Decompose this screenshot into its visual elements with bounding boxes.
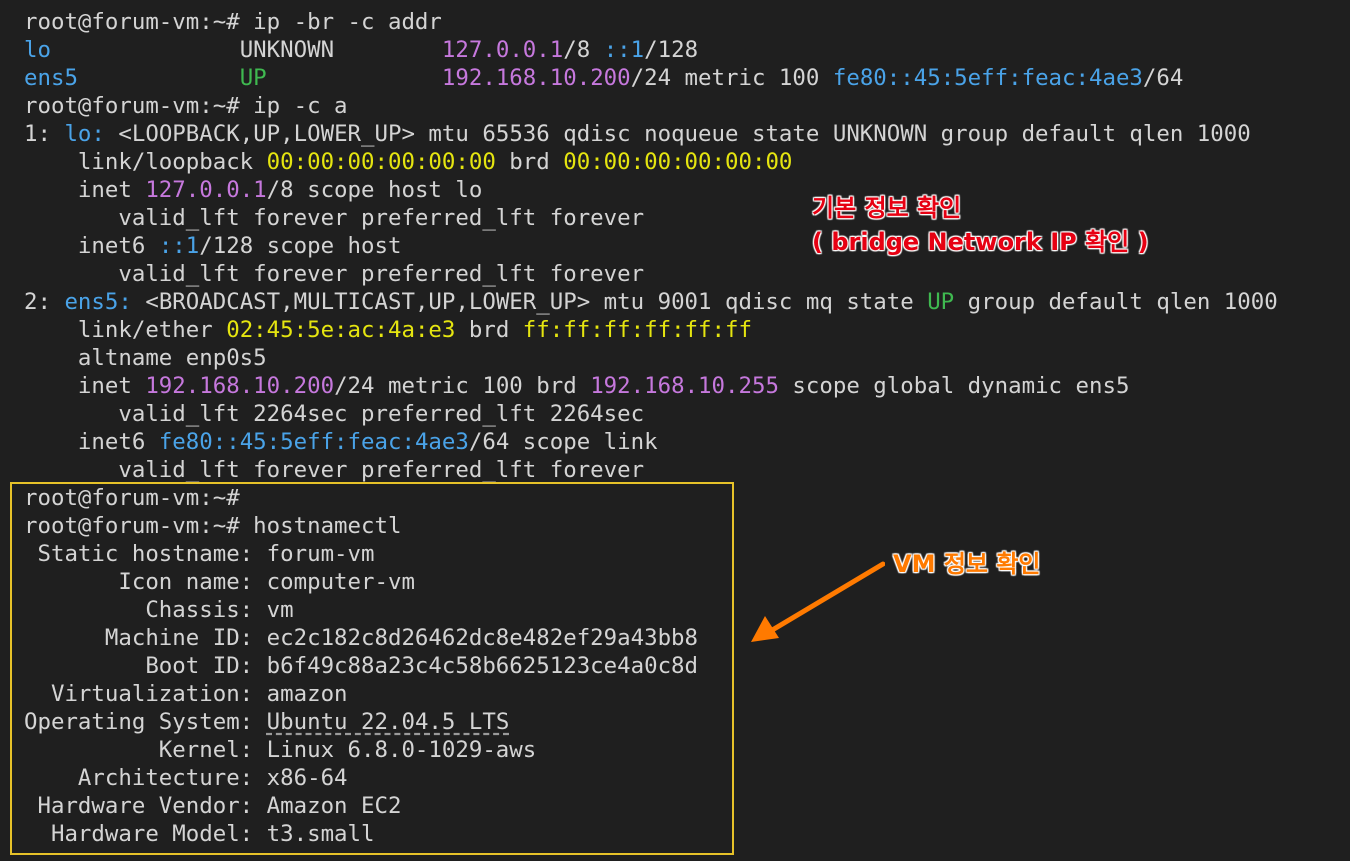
terminal-text-segment: 1: <box>24 121 65 147</box>
terminal-text-segment: 2: <box>24 289 65 315</box>
terminal-text-segment: link/loopback <box>24 149 267 175</box>
terminal-text-segment: UP <box>927 289 955 315</box>
terminal-line: valid_lft forever preferred_lft forever <box>24 456 644 484</box>
terminal-text-segment: valid_lft forever preferred_lft forever <box>24 205 645 231</box>
terminal-text-segment: <BROADCAST,MULTICAST,UP,LOWER_UP> mtu 90… <box>131 289 928 315</box>
terminal-line: inet6 fe80::45:5eff:feac:4ae3/64 scope l… <box>24 428 658 456</box>
terminal-line: ens5 UP 192.168.10.200/24 metric 100 fe8… <box>24 64 1183 92</box>
terminal-line: root@forum-vm:~# ip -c a <box>24 92 348 120</box>
terminal-line: root@forum-vm:~# ip -br -c addr <box>24 8 442 36</box>
network-info-annotation: 기본 정보 확인 ( bridge Network IP 확인 ) <box>812 194 1149 256</box>
terminal-line: inet6 ::1/128 scope host <box>24 232 402 260</box>
terminal-text-segment: fe80::45:5eff:feac:4ae3 <box>832 65 1143 91</box>
terminal-text-segment: link/ether <box>24 317 227 343</box>
annotation-arrow-icon <box>751 561 885 642</box>
terminal-text-segment: <LOOPBACK,UP,LOWER_UP> mtu 65536 qdisc n… <box>104 121 1251 147</box>
terminal-line: 1: lo: <LOOPBACK,UP,LOWER_UP> mtu 65536 … <box>24 120 1251 148</box>
terminal-line: link/loopback 00:00:00:00:00:00 brd 00:0… <box>24 148 793 176</box>
terminal-line: valid_lft forever preferred_lft forever <box>24 260 644 288</box>
terminal-line: inet 127.0.0.1/8 scope host lo <box>24 176 482 204</box>
terminal-text-segment: inet <box>24 177 146 203</box>
terminal-text-segment: 00:00:00:00:00:00 <box>563 149 793 175</box>
terminal-text-segment: valid_lft 2264sec preferred_lft 2264sec <box>24 401 645 427</box>
terminal-text-segment: 192.168.10.200 <box>441 65 631 91</box>
terminal-line: valid_lft 2264sec preferred_lft 2264sec <box>24 400 644 428</box>
terminal-text-segment: UP <box>239 65 267 91</box>
terminal-text-segment: inet6 <box>24 429 159 455</box>
terminal-text-segment: valid_lft forever preferred_lft forever <box>24 261 645 287</box>
terminal-text-segment: scope global dynamic ens5 <box>778 373 1130 399</box>
terminal-text-segment: /8 scope host lo <box>266 177 483 203</box>
terminal-text-segment: root@forum-vm:~# ip -br -c addr <box>24 9 442 35</box>
terminal-text-segment: brd <box>455 317 523 343</box>
terminal-text-segment: /64 <box>1142 65 1184 91</box>
terminal-text-segment: root@forum-vm:~# ip -c a <box>24 93 348 119</box>
terminal-text-segment: altname enp0s5 <box>24 345 267 371</box>
terminal-line: 2: ens5: <BROADCAST,MULTICAST,UP,LOWER_U… <box>24 288 1278 316</box>
terminal-text-segment: fe80::45:5eff:feac:4ae3 <box>158 429 469 455</box>
terminal-text-segment: inet <box>24 373 146 399</box>
terminal-text-segment: ::1 <box>603 37 645 63</box>
terminal-text-segment: lo: <box>64 121 105 147</box>
terminal-text-segment: /128 scope host <box>199 233 402 259</box>
terminal-text-segment: group default qlen 1000 <box>954 289 1278 315</box>
terminal-text-segment: 00:00:00:00:00:00 <box>266 149 496 175</box>
terminal-text-segment: 127.0.0.1 <box>145 177 267 203</box>
terminal-text-segment: ens5 <box>24 65 78 91</box>
terminal-text-segment: /8 <box>563 37 604 63</box>
terminal-text-segment: /24 metric 100 brd <box>334 373 591 399</box>
terminal-text-segment: brd <box>495 149 564 175</box>
terminal-text-segment: /24 metric 100 <box>630 65 833 91</box>
terminal-text-segment: /128 <box>644 37 699 63</box>
terminal-line: inet 192.168.10.200/24 metric 100 brd 19… <box>24 372 1130 400</box>
vm-info-annotation: VM 정보 확인 <box>893 550 1041 578</box>
terminal-text-segment: 192.168.10.255 <box>590 373 779 399</box>
terminal-text-segment: inet6 <box>24 233 159 259</box>
terminal-text-segment: ff:ff:ff:ff:ff:ff <box>522 317 752 343</box>
terminal-text-segment: UNKNOWN <box>239 37 335 63</box>
terminal-line: link/ether 02:45:5e:ac:4a:e3 brd ff:ff:f… <box>24 316 752 344</box>
terminal-text-segment: ::1 <box>158 233 200 259</box>
terminal-text-segment: valid_lft forever preferred_lft forever <box>24 457 645 483</box>
terminal-text-segment: ens5: <box>64 289 132 315</box>
terminal-text-segment: lo <box>24 37 51 63</box>
terminal-line: valid_lft forever preferred_lft forever <box>24 204 644 232</box>
terminal-line: altname enp0s5 <box>24 344 267 372</box>
terminal-text-segment: 02:45:5e:ac:4a:e3 <box>226 317 456 343</box>
terminal-line: lo UNKNOWN 127.0.0.1/8 ::1/128 <box>24 36 698 64</box>
hostnamectl-highlight-box <box>10 482 734 855</box>
terminal-text-segment: /64 scope link <box>468 429 658 455</box>
terminal-text-segment: 192.168.10.200 <box>145 373 335 399</box>
terminal-text-segment: 127.0.0.1 <box>441 37 564 63</box>
